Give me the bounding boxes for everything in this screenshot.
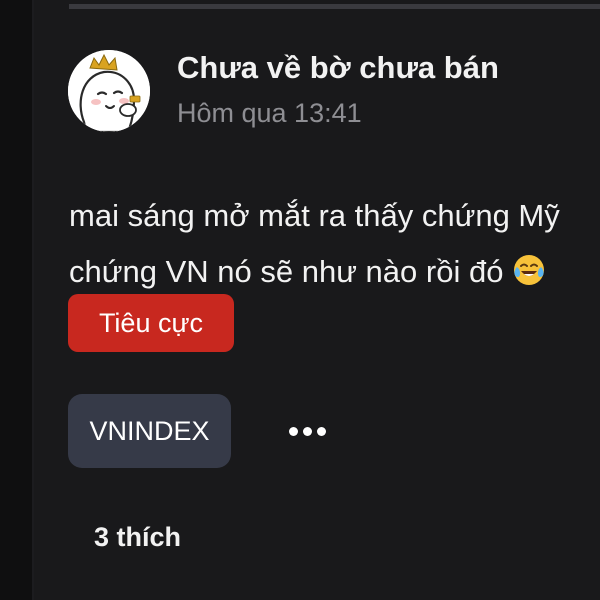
app-frame: Chưa về bờ chưa bán Hôm qua 13:41 mai sá… xyxy=(0,0,600,600)
post-content: mai sáng mở mắt ra thấy chứng Mỹ chứng V… xyxy=(69,188,600,300)
more-horizontal-icon xyxy=(317,427,326,436)
tag-chip-vnindex[interactable]: VNINDEX xyxy=(68,394,231,468)
sentiment-badge-negative[interactable]: Tiêu cực xyxy=(68,294,234,352)
post-top-divider xyxy=(69,4,600,9)
post-content-line-2-text: chứng VN nó sẽ như nào rồi đó xyxy=(69,254,504,289)
crowned-blob-avatar-icon xyxy=(68,50,150,132)
post-content-line-1: mai sáng mở mắt ra thấy chứng Mỹ xyxy=(69,198,560,233)
more-horizontal-icon xyxy=(289,427,298,436)
more-options-button[interactable] xyxy=(283,410,333,452)
like-count[interactable]: 3 thích xyxy=(94,522,181,553)
post-content-line-2: chứng VN nó sẽ như nào rồi đó xyxy=(69,244,600,300)
post-timestamp: Hôm qua 13:41 xyxy=(177,98,362,128)
more-horizontal-icon xyxy=(303,427,312,436)
face-with-tears-of-joy-icon xyxy=(514,255,545,285)
author-avatar[interactable] xyxy=(68,50,150,132)
author-name[interactable]: Chưa về bờ chưa bán xyxy=(177,50,499,86)
